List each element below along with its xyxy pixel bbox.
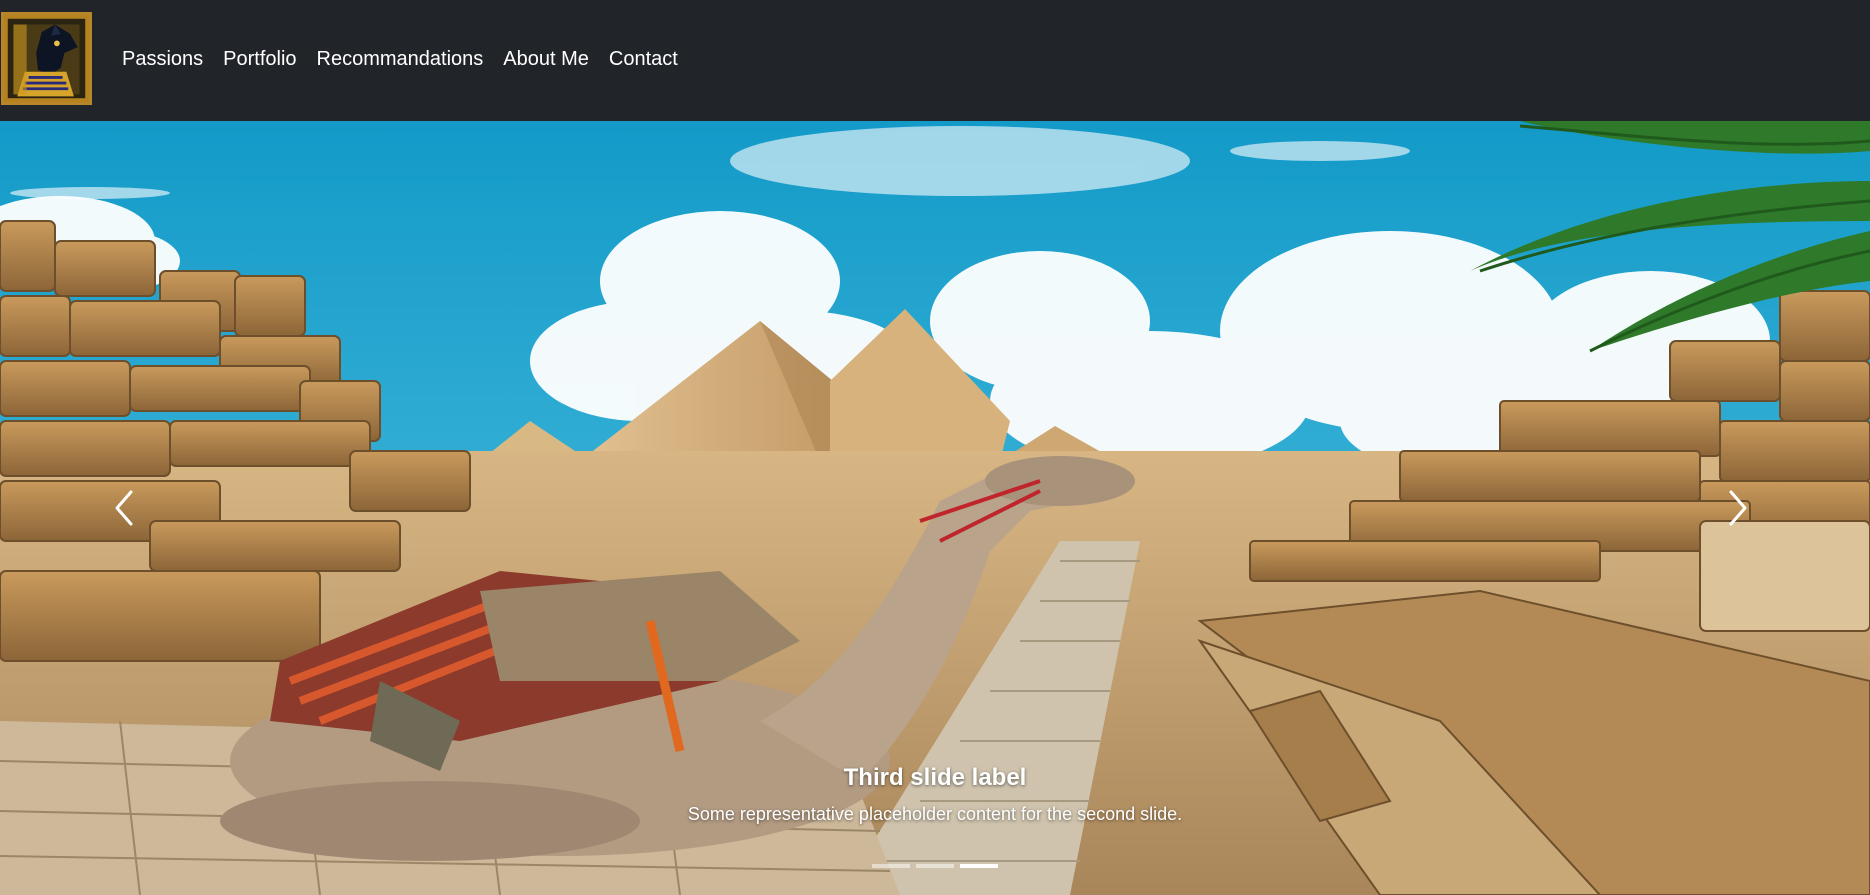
- nav-link-portfolio[interactable]: Portfolio: [223, 44, 296, 74]
- nav-link-contact[interactable]: Contact: [609, 44, 678, 74]
- hero-carousel: Third slide label Some representative pl…: [0, 121, 1870, 895]
- nav-link-recommandations[interactable]: Recommandations: [317, 44, 484, 74]
- carousel-indicator-2[interactable]: [916, 864, 954, 868]
- chevron-left-icon: [115, 490, 133, 526]
- slide-text: Some representative placeholder content …: [687, 804, 1183, 824]
- slide-title: Third slide label: [843, 764, 1027, 791]
- carousel-indicator-3[interactable]: [960, 864, 998, 868]
- carousel-indicators: [0, 864, 1870, 868]
- chevron-right-icon: [1729, 490, 1747, 526]
- anubis-logo-icon[interactable]: [1, 12, 92, 105]
- nav-links: Passions Portfolio Recommandations About…: [122, 44, 698, 74]
- top-navbar: Passions Portfolio Recommandations About…: [0, 0, 1870, 121]
- nav-link-about-me[interactable]: About Me: [503, 44, 589, 74]
- slide-caption: Third slide label Some representative pl…: [0, 761, 1870, 827]
- carousel-indicator-1[interactable]: [872, 864, 910, 868]
- nav-link-passions[interactable]: Passions: [122, 44, 203, 74]
